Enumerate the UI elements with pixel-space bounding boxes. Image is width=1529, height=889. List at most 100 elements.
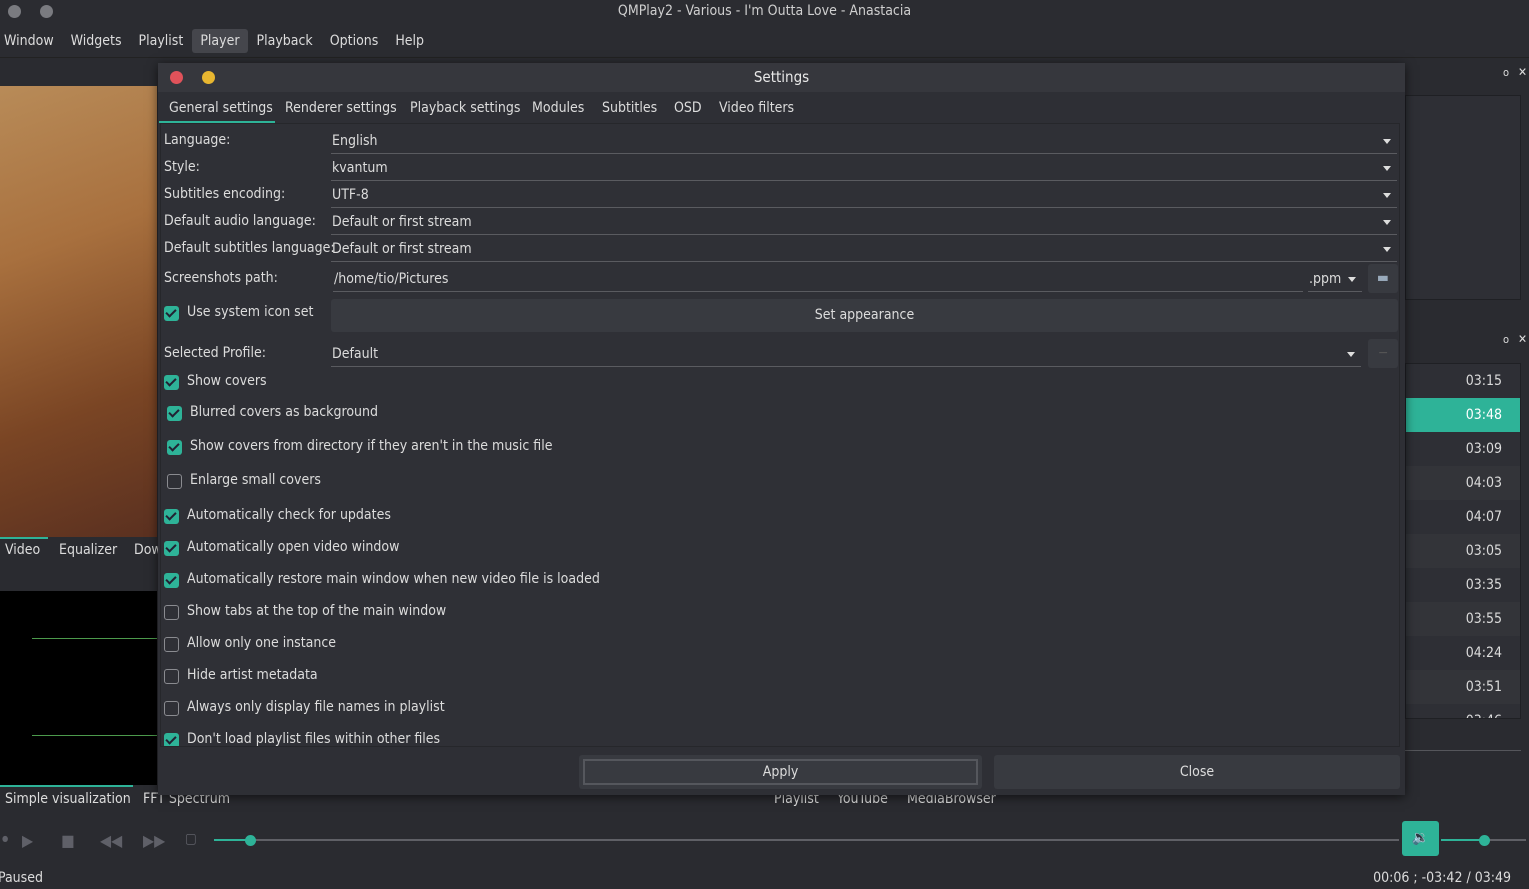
playlist-row[interactable]: 03:55 bbox=[1406, 602, 1520, 636]
volume-icon[interactable]: 🔉 bbox=[1402, 821, 1439, 856]
close-dock-icon[interactable]: ✕ bbox=[1518, 65, 1527, 79]
apply-button[interactable]: Apply bbox=[579, 755, 982, 789]
close-dock-icon[interactable]: ✕ bbox=[1518, 332, 1527, 346]
volume-handle[interactable] bbox=[1478, 835, 1490, 846]
setting-checkbox[interactable] bbox=[164, 605, 179, 620]
field-label: Subtitles encoding: bbox=[164, 186, 286, 202]
dot-icon: ● bbox=[2, 834, 9, 843]
fullscreen-icon[interactable]: ▢ bbox=[185, 831, 197, 847]
setting-checkbox[interactable] bbox=[164, 701, 179, 716]
tab-video-filters[interactable]: Video filters bbox=[719, 100, 794, 116]
playlist-row[interactable]: 03:48 bbox=[1406, 398, 1520, 432]
setting-checkbox-label: Blurred covers as background bbox=[190, 404, 378, 420]
field-label: Style: bbox=[164, 159, 200, 175]
remove-profile-button[interactable]: − bbox=[1368, 339, 1398, 368]
next-icon[interactable]: ▶▶ bbox=[143, 831, 165, 850]
menu-playback[interactable]: Playback bbox=[249, 29, 321, 53]
tab-modules[interactable]: Modules bbox=[532, 100, 584, 116]
setting-checkbox-label: Show covers bbox=[187, 373, 267, 389]
field-select[interactable]: Default or first stream bbox=[331, 238, 1397, 262]
setting-checkbox-label: Show covers from directory if they aren'… bbox=[190, 438, 553, 454]
tab-simple-visualization[interactable]: Simple visualization bbox=[5, 791, 131, 807]
setting-checkbox[interactable] bbox=[164, 509, 179, 524]
field-select[interactable]: English bbox=[331, 130, 1397, 154]
play-icon[interactable]: ▶ bbox=[22, 831, 33, 850]
field-value: Default or first stream bbox=[332, 214, 472, 230]
tab-subtitles[interactable]: Subtitles bbox=[602, 100, 657, 116]
field-select[interactable]: Default or first stream bbox=[331, 211, 1397, 235]
tab-equalizer[interactable]: Equalizer bbox=[59, 542, 117, 558]
tab-renderer-settings[interactable]: Renderer settings bbox=[285, 100, 397, 116]
playlist-row[interactable]: 03:05 bbox=[1406, 534, 1520, 568]
chevron-down-icon bbox=[1348, 277, 1356, 282]
visualization bbox=[0, 591, 157, 785]
previous-icon[interactable]: ◀◀ bbox=[100, 831, 122, 850]
dock-panel bbox=[1405, 95, 1521, 300]
setting-checkbox[interactable] bbox=[167, 406, 182, 421]
menu-window[interactable]: Window bbox=[0, 29, 62, 53]
tab-indicator bbox=[0, 785, 133, 787]
playlist-row[interactable]: 04:03 bbox=[1406, 466, 1520, 500]
setting-checkbox[interactable] bbox=[167, 474, 182, 489]
setting-checkbox[interactable] bbox=[164, 733, 179, 746]
field-select[interactable]: UTF-8 bbox=[331, 184, 1397, 208]
field-label: Default subtitles language: bbox=[164, 240, 335, 256]
playlist-row[interactable]: 03:09 bbox=[1406, 432, 1520, 466]
playlist-row[interactable]: 04:07 bbox=[1406, 500, 1520, 534]
setting-checkbox-label: Always only display file names in playli… bbox=[187, 699, 445, 715]
setting-checkbox[interactable] bbox=[167, 440, 182, 455]
chevron-down-icon bbox=[1347, 352, 1355, 357]
set-appearance-button[interactable]: Set appearance bbox=[331, 299, 1398, 332]
chevron-down-icon bbox=[1383, 193, 1391, 198]
setting-checkbox[interactable] bbox=[164, 637, 179, 652]
tab-general-settings[interactable]: General settings bbox=[169, 100, 273, 116]
title-bar: QMPlay2 - Various - I'm Outta Love - Ana… bbox=[0, 0, 1529, 24]
tab-video[interactable]: Video bbox=[5, 542, 40, 558]
field-value: UTF-8 bbox=[332, 187, 369, 203]
setting-checkbox[interactable] bbox=[164, 669, 179, 684]
profile-select[interactable]: Default bbox=[331, 343, 1361, 367]
dialog-title-bar: Settings bbox=[158, 63, 1405, 92]
menu-playlist[interactable]: Playlist bbox=[131, 29, 192, 53]
setting-checkbox-label: Automatically open video window bbox=[187, 539, 400, 555]
folder-icon[interactable]: ▬ bbox=[1368, 264, 1398, 293]
float-icon[interactable]: o bbox=[1503, 66, 1509, 79]
playlist-row[interactable]: 03:15 bbox=[1406, 364, 1520, 398]
tab-osd[interactable]: OSD bbox=[674, 100, 702, 116]
screenshot-format-select[interactable]: .ppm bbox=[1308, 268, 1362, 292]
close-button[interactable]: Close bbox=[994, 755, 1400, 789]
use-system-icons-checkbox[interactable] bbox=[164, 306, 179, 321]
playlist[interactable]: 03:15 03:48 03:09 04:03 04:07 03:05 03:35 03:55… bbox=[1405, 363, 1521, 719]
chevron-down-icon bbox=[1383, 139, 1391, 144]
menu-widgets[interactable]: Widgets bbox=[63, 29, 130, 53]
menu-help[interactable]: Help bbox=[387, 29, 432, 53]
playlist-row[interactable]: 03:35 bbox=[1406, 568, 1520, 602]
album-cover bbox=[0, 86, 157, 537]
screenshots-path-input[interactable]: /home/tio/Pictures bbox=[333, 268, 1303, 292]
menu-options[interactable]: Options bbox=[322, 29, 387, 53]
divider bbox=[1405, 750, 1521, 751]
float-icon[interactable]: o bbox=[1503, 333, 1509, 346]
use-system-icons-label: Use system icon set bbox=[187, 304, 314, 320]
apply-label: Apply bbox=[583, 759, 978, 785]
playlist-row[interactable]: 03:46 bbox=[1406, 704, 1520, 718]
tab-playback-settings[interactable]: Playback settings bbox=[410, 100, 520, 116]
playlist-row[interactable]: 03:51 bbox=[1406, 670, 1520, 704]
settings-dialog: Settings General settings Renderer setti… bbox=[158, 63, 1405, 795]
profile-value: Default bbox=[332, 346, 379, 362]
tab-indicator bbox=[0, 537, 48, 539]
setting-checkbox[interactable] bbox=[164, 375, 179, 390]
field-label: Language: bbox=[164, 132, 231, 148]
seek-slider[interactable] bbox=[214, 839, 1399, 841]
field-select[interactable]: kvantum bbox=[331, 157, 1397, 181]
setting-checkbox[interactable] bbox=[164, 573, 179, 588]
playlist-row[interactable]: 04:24 bbox=[1406, 636, 1520, 670]
field-value: English bbox=[332, 133, 378, 149]
vis-line bbox=[32, 735, 157, 736]
field-value: kvantum bbox=[332, 160, 388, 176]
menu-player[interactable]: Player bbox=[192, 28, 248, 53]
setting-checkbox[interactable] bbox=[164, 541, 179, 556]
seek-handle[interactable] bbox=[244, 835, 256, 846]
stop-icon[interactable]: ■ bbox=[61, 831, 75, 850]
dialog-title: Settings bbox=[753, 68, 810, 86]
